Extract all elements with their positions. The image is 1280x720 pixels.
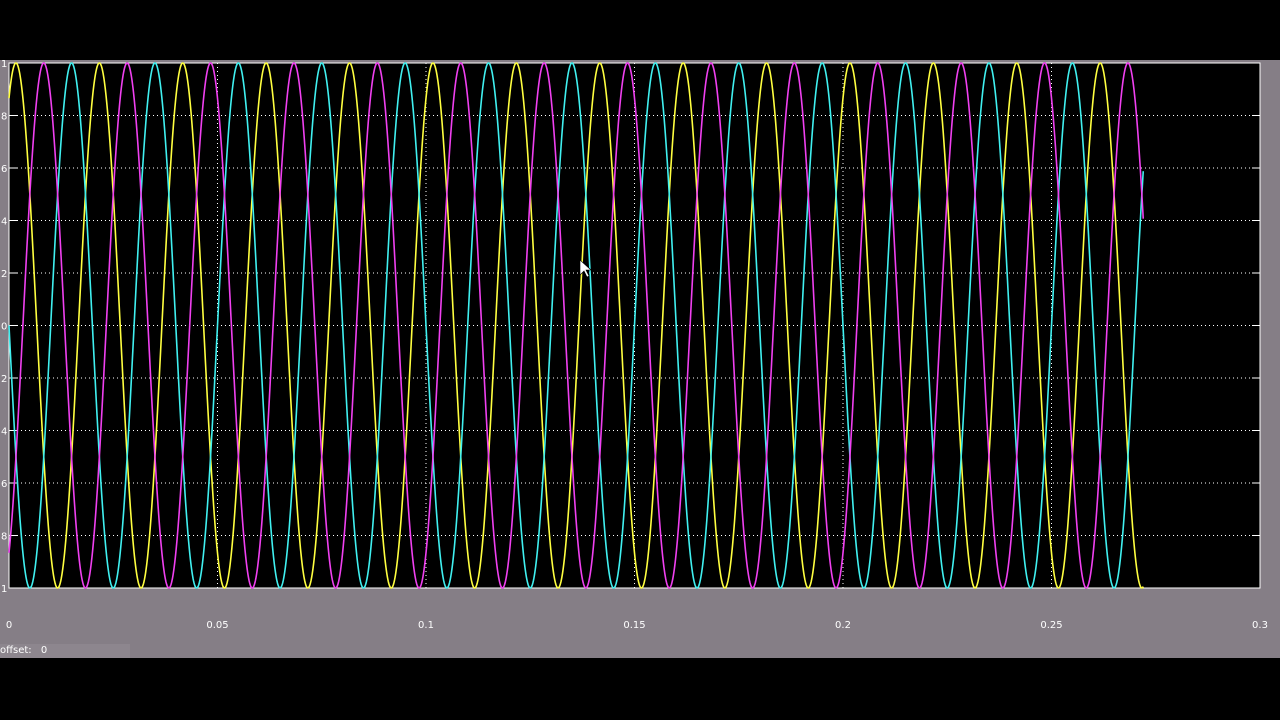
y-tick-label: 6 (1, 164, 7, 175)
y-tick-label: 6 (1, 479, 7, 490)
y-tick-label: 1 (1, 59, 7, 70)
offset-label: offset: (0, 645, 32, 656)
y-tick-label: 2 (1, 269, 7, 280)
y-tick-label: 4 (1, 427, 7, 438)
x-tick-labels: 0 0.05 0.1 0.15 0.2 0.25 0.3 (6, 620, 1268, 631)
x-tick-label: 0 (6, 620, 12, 631)
y-tick-label: 8 (1, 532, 7, 543)
scope-plot: 0 0.05 0.1 0.15 0.2 0.25 0.3 1 8 6 4 2 0 2 4 6 8 1 (1, 59, 1268, 631)
y-tick-label: 0 (1, 322, 7, 333)
offset-field: offset: 0 (0, 644, 130, 658)
x-tick-label: 0.3 (1252, 620, 1268, 631)
y-tick-label: 2 (1, 374, 7, 385)
x-tick-label: 0.25 (1040, 620, 1062, 631)
y-tick-label: 1 (1, 584, 7, 595)
x-tick-label: 0.15 (623, 620, 645, 631)
x-tick-label: 0.05 (206, 620, 228, 631)
y-tick-labels: 1 8 6 4 2 0 2 4 6 8 1 (1, 59, 7, 595)
offset-value: 0 (40, 645, 48, 656)
x-tick-label: 0.2 (835, 620, 851, 631)
y-tick-label: 8 (1, 112, 7, 123)
x-tick-label: 0.1 (418, 620, 434, 631)
y-tick-label: 4 (1, 217, 7, 228)
